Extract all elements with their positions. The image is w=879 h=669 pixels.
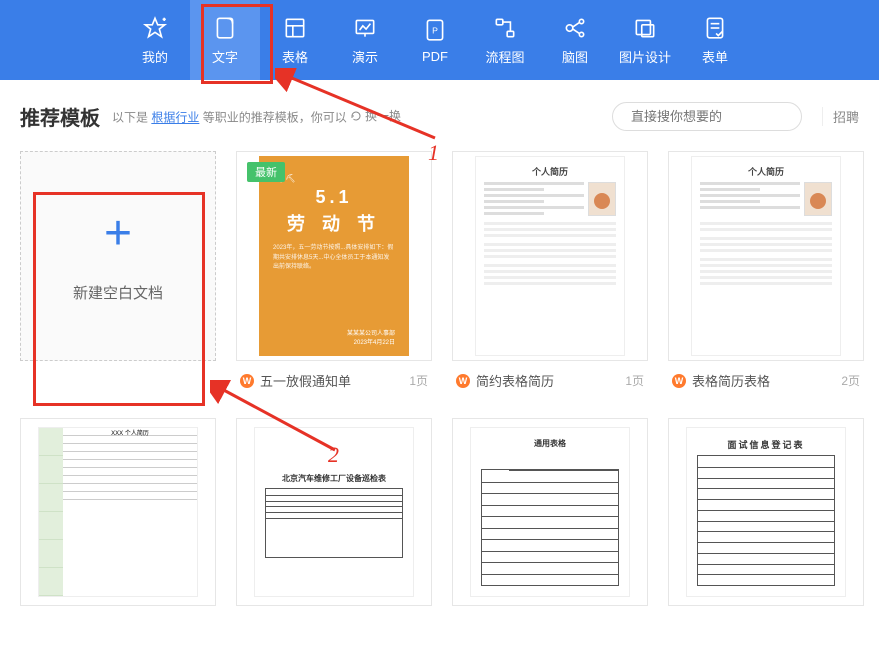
doc-preview: XXX 个人简历 xyxy=(38,427,198,597)
nav-item-present[interactable]: 演示 xyxy=(330,0,400,80)
template-caption: W 表格简历表格 2页 xyxy=(668,361,864,394)
nav-item-pdf[interactable]: P PDF xyxy=(400,0,470,80)
template-thumb[interactable]: 最新 ⛏ ⛏ 5.1 劳 动 节 2023年，五一劳动节按照...具体安排如下：… xyxy=(236,151,432,361)
nav-label: 图片设计 xyxy=(619,47,671,66)
nav-item-design[interactable]: 图片设计 xyxy=(610,0,680,80)
doc-preview: 面试信息登记表 xyxy=(686,427,846,597)
poster-line2: 劳 动 节 xyxy=(287,210,381,236)
page-count: 1页 xyxy=(409,372,428,389)
search-box[interactable] xyxy=(612,102,802,131)
nav-label: 脑图 xyxy=(562,47,588,66)
plus-icon: + xyxy=(104,210,132,258)
avatar-placeholder xyxy=(804,182,832,216)
avatar-placeholder xyxy=(588,182,616,216)
poster-foot: 某某某公司人事部 2023年4月22日 xyxy=(347,328,395,346)
refresh-label: 换一换 xyxy=(365,107,401,124)
nav-label: 文字 xyxy=(212,47,238,66)
template-thumb[interactable]: 北京汽车维修工厂设备巡检表 xyxy=(236,418,432,606)
nav-label: PDF xyxy=(422,49,448,64)
mindmap-icon xyxy=(562,15,588,41)
new-badge: 最新 xyxy=(247,162,285,182)
template-title: 五一放假通知单 xyxy=(260,371,351,390)
template-caption: W 简约表格简历 1页 xyxy=(452,361,648,394)
search-input[interactable] xyxy=(631,109,807,124)
template-card: 北京汽车维修工厂设备巡检表 xyxy=(236,418,432,606)
template-thumb[interactable]: 面试信息登记表 xyxy=(668,418,864,606)
nav-label: 表单 xyxy=(702,47,728,66)
document-icon xyxy=(212,15,238,41)
image-design-icon xyxy=(632,15,658,41)
tag-chip[interactable]: 招聘 xyxy=(822,107,859,126)
template-caption: W 五一放假通知单 1页 xyxy=(236,361,432,394)
template-title: 简约表格简历 xyxy=(476,371,554,390)
subtitle: 以下是 根据行业 等职业的推荐模板，你可以 换一换 xyxy=(112,107,401,126)
blank-label: 新建空白文档 xyxy=(73,282,163,303)
word-type-icon: W xyxy=(240,374,254,388)
template-card: 面试信息登记表 xyxy=(668,418,864,606)
poster-line1: 5.1 xyxy=(315,187,352,208)
nav-item-form[interactable]: 表单 xyxy=(680,0,750,80)
template-thumb[interactable]: 个人简历 xyxy=(668,151,864,361)
section-title: 推荐模板 xyxy=(20,102,100,131)
section-header: 推荐模板 以下是 根据行业 等职业的推荐模板，你可以 换一换 招聘 xyxy=(0,80,879,151)
top-nav: 我的 文字 表格 演示 P PDF 流程图 脑图 xyxy=(0,0,879,80)
doc-preview: 北京汽车维修工厂设备巡检表 xyxy=(254,427,414,597)
resume-preview: 个人简历 xyxy=(475,156,625,356)
nav-label: 我的 xyxy=(142,47,168,66)
refresh-button[interactable]: 换一换 xyxy=(350,107,401,124)
template-card: 个人简历 W 简约表格简历 1页 xyxy=(452,151,648,394)
poster-small: 2023年，五一劳动节按照...具体安排如下：假期共安排休息5天...中心全体员… xyxy=(273,244,395,273)
template-title: 表格简历表格 xyxy=(692,371,770,390)
nav-item-mine[interactable]: 我的 xyxy=(120,0,190,80)
template-thumb[interactable]: XXX 个人简历 xyxy=(20,418,216,606)
star-icon xyxy=(142,15,168,41)
poster-preview: ⛏ ⛏ 5.1 劳 动 节 2023年，五一劳动节按照...具体安排如下：假期共… xyxy=(259,156,409,356)
template-card: XXX 个人简历 xyxy=(20,418,216,606)
subtitle-suffix: 等职业的推荐模板，你可以 xyxy=(203,111,350,125)
doc-preview: 通用表格 xyxy=(470,427,630,597)
word-type-icon: W xyxy=(456,374,470,388)
template-card-blank: + 新建空白文档 xyxy=(20,151,216,394)
template-card: 最新 ⛏ ⛏ 5.1 劳 动 节 2023年，五一劳动节按照...具体安排如下：… xyxy=(236,151,432,394)
nav-item-table[interactable]: 表格 xyxy=(260,0,330,80)
svg-text:P: P xyxy=(432,25,438,35)
pdf-icon: P xyxy=(422,17,448,43)
page-count: 2页 xyxy=(841,372,860,389)
resume-preview: 个人简历 xyxy=(691,156,841,356)
page-count: 1页 xyxy=(625,372,644,389)
presentation-icon xyxy=(352,15,378,41)
nav-label: 表格 xyxy=(282,47,308,66)
template-thumb[interactable]: 通用表格 xyxy=(452,418,648,606)
template-thumb[interactable]: 个人简历 xyxy=(452,151,648,361)
nav-label: 流程图 xyxy=(485,47,524,66)
template-card: 通用表格 xyxy=(452,418,648,606)
word-type-icon: W xyxy=(672,374,686,388)
flowchart-icon xyxy=(492,15,518,41)
blank-template-button[interactable]: + 新建空白文档 xyxy=(20,151,216,361)
nav-item-text[interactable]: 文字 xyxy=(190,0,260,80)
template-card: 个人简历 W 表格简历表格 2页 xyxy=(668,151,864,394)
table-icon xyxy=(282,15,308,41)
form-icon xyxy=(702,15,728,41)
template-grid: + 新建空白文档 最新 ⛏ ⛏ 5.1 劳 动 节 2023年，五一劳动节按照.… xyxy=(0,151,879,606)
nav-item-mind[interactable]: 脑图 xyxy=(540,0,610,80)
nav-label: 演示 xyxy=(352,47,378,66)
industry-link[interactable]: 根据行业 xyxy=(151,111,199,125)
nav-item-flow[interactable]: 流程图 xyxy=(470,0,540,80)
subtitle-prefix: 以下是 xyxy=(112,111,151,125)
refresh-icon xyxy=(350,110,362,122)
